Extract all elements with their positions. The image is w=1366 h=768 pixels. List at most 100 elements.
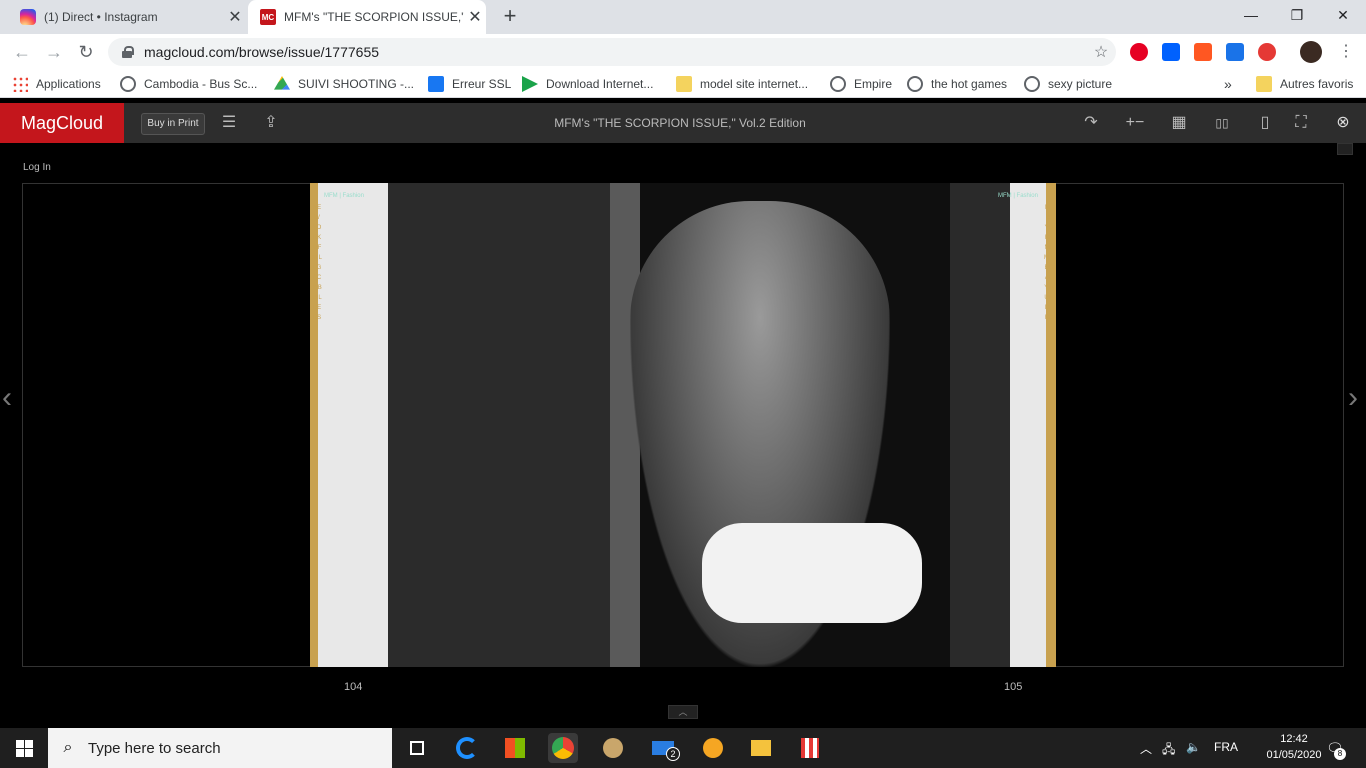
next-page-arrow-icon[interactable]: › [1348, 383, 1358, 413]
language-indicator[interactable]: FRA [1214, 740, 1238, 754]
edge-icon[interactable] [452, 733, 482, 763]
expand-thumbnails-button[interactable]: ︿ [668, 705, 698, 719]
close-tab-icon[interactable]: ✕ [224, 7, 246, 27]
extension-icon[interactable] [1194, 43, 1212, 61]
single-page-icon[interactable]: ▯ [1254, 113, 1276, 133]
taskbar-search[interactable]: ⌕ Type here to search [48, 728, 392, 768]
system-clock[interactable]: 12:42 01/05/2020 [1254, 731, 1334, 763]
bookmark-item[interactable]: sexy picture [1024, 75, 1112, 93]
bookmark-item[interactable]: Download Internet... [522, 75, 653, 93]
buy-in-print-button[interactable]: Buy in Print [141, 113, 205, 135]
maximize-button[interactable]: ❐ [1274, 0, 1320, 30]
magcloud-logo[interactable]: MagCloud [0, 103, 124, 143]
magcloud-icon: MC [260, 9, 276, 25]
url-text[interactable]: magcloud.com/browse/issue/1777655 [144, 44, 1086, 60]
mail-icon[interactable]: 2 [648, 733, 680, 763]
search-placeholder: Type here to search [88, 739, 221, 757]
tab-title: MFM's "THE SCORPION ISSUE," V [284, 10, 464, 24]
bookmark-label: Empire [854, 77, 893, 91]
network-icon[interactable]: 🖧 [1162, 740, 1175, 761]
clock-date: 01/05/2020 [1266, 749, 1322, 761]
share-icon[interactable]: ⇪ [260, 113, 282, 133]
facebook-icon [428, 76, 444, 92]
start-button[interactable] [0, 728, 48, 768]
extension-icon[interactable] [1226, 43, 1244, 61]
new-tab-button[interactable]: + [498, 5, 522, 29]
menu-kebab-icon[interactable]: ⋮ [1334, 40, 1358, 64]
instagram-icon [20, 9, 36, 25]
bookmark-item[interactable]: SUIVI SHOOTING -... [274, 75, 414, 93]
tab-magcloud[interactable]: MC MFM's "THE SCORPION ISSUE," V ✕ [248, 0, 486, 34]
address-bar[interactable]: magcloud.com/browse/issue/1777655 ☆ [108, 38, 1116, 66]
page-header-right: MFM | Fashion [998, 193, 1038, 199]
bookmark-label: Cambodia - Bus Sc... [144, 77, 258, 91]
back-button[interactable]: ← [10, 40, 34, 64]
bookmark-item[interactable]: the hot games [907, 75, 1007, 93]
minimize-button[interactable]: — [1228, 0, 1274, 30]
bookmark-label: model site internet... [700, 77, 809, 91]
close-window-button[interactable]: ✕ [1320, 0, 1366, 30]
bookmark-applications[interactable]: Applications [12, 75, 101, 93]
windows-logo-icon [16, 749, 24, 757]
page-number-left: 104 [344, 681, 363, 693]
bookmark-item[interactable]: Empire [830, 75, 892, 93]
windows-taskbar: ⌕ Type here to search 2 ︿ 🖧 🔈 FRA 12:42 … [0, 728, 1366, 768]
popcorn-app-icon[interactable] [796, 733, 826, 763]
magcloud-toolbar: MagCloud Buy in Print ☰ ⇪ MFM's "THE SCO… [0, 103, 1366, 143]
photo-garment [702, 523, 922, 623]
menu-icon[interactable]: ☰ [218, 113, 240, 133]
volume-icon[interactable]: 🔈 [1186, 740, 1201, 754]
login-link[interactable]: Log In [23, 162, 51, 173]
vertical-text-left: NEW YORK MFM LEGACY BUILDERS [312, 205, 323, 321]
tab-strip: (1) Direct • Instagram ✕ MC MFM's "THE S… [0, 0, 1366, 34]
windows-logo-icon [25, 740, 33, 748]
browser-toolbar: ← → ↻ magcloud.com/browse/issue/1777655 … [0, 34, 1366, 70]
forward-button[interactable]: → [42, 40, 66, 64]
bookmark-label: SUIVI SHOOTING -... [298, 77, 415, 91]
page-number-right: 105 [1004, 681, 1023, 693]
bookmark-label: Autres favoris [1280, 77, 1354, 91]
bookmark-star-icon[interactable]: ☆ [1086, 42, 1116, 62]
page-header-left: MFM | Fashion [324, 193, 364, 199]
store-icon[interactable] [500, 733, 530, 763]
bookmark-label: sexy picture [1048, 77, 1113, 91]
bookmark-item[interactable]: model site internet... [676, 75, 808, 93]
vpn-shield-icon[interactable] [698, 733, 728, 763]
reload-button[interactable]: ↻ [74, 40, 98, 64]
previous-page-arrow-icon[interactable]: ‹ [2, 383, 12, 413]
play-icon [522, 76, 538, 92]
chrome-icon[interactable] [548, 733, 578, 763]
tab-instagram[interactable]: (1) Direct • Instagram ✕ [8, 0, 246, 34]
bookmarks-overflow-button[interactable]: » [1224, 75, 1232, 93]
close-viewer-icon[interactable]: ⊗ [1332, 113, 1354, 133]
folder-icon [1256, 76, 1272, 92]
paint-icon[interactable] [598, 733, 628, 763]
avatar[interactable] [1300, 41, 1322, 63]
fullscreen-icon[interactable]: ⛶ [1290, 113, 1312, 133]
windows-logo-icon [25, 749, 33, 757]
tray-overflow-icon[interactable]: ︿ [1140, 740, 1152, 757]
bookmark-item[interactable]: Cambodia - Bus Sc... [120, 75, 257, 93]
extension-icon[interactable] [1258, 43, 1276, 61]
pinterest-icon[interactable] [1130, 43, 1148, 61]
mail-badge: 2 [666, 747, 680, 761]
grid-view-icon[interactable]: ▦ [1168, 113, 1190, 133]
bookmark-item[interactable]: Erreur SSL [428, 75, 511, 93]
vertical-text-right: NEW YORK MFM LEGACY BUILDERS [1044, 205, 1055, 321]
scroll-handle[interactable] [1337, 143, 1353, 155]
bookmark-label: the hot games [931, 77, 1008, 91]
rotate-icon[interactable]: ↷ [1080, 113, 1102, 133]
lock-icon [122, 46, 134, 58]
other-bookmarks[interactable]: Autres favoris [1256, 75, 1353, 93]
task-view-icon[interactable] [402, 733, 432, 763]
zoom-icon[interactable]: +− [1120, 113, 1150, 133]
magazine-spread-image[interactable]: NEW YORK MFM LEGACY BUILDERS NEW YORK MF… [310, 183, 1056, 667]
globe-icon [907, 76, 923, 92]
globe-icon [830, 76, 846, 92]
apps-icon [12, 76, 28, 92]
search-icon: ⌕ [63, 739, 73, 756]
close-tab-icon[interactable]: ✕ [464, 7, 486, 27]
dropbox-icon[interactable] [1162, 43, 1180, 61]
spread-view-icon[interactable]: ▯▯ [1208, 113, 1236, 133]
file-explorer-icon[interactable] [746, 733, 776, 763]
